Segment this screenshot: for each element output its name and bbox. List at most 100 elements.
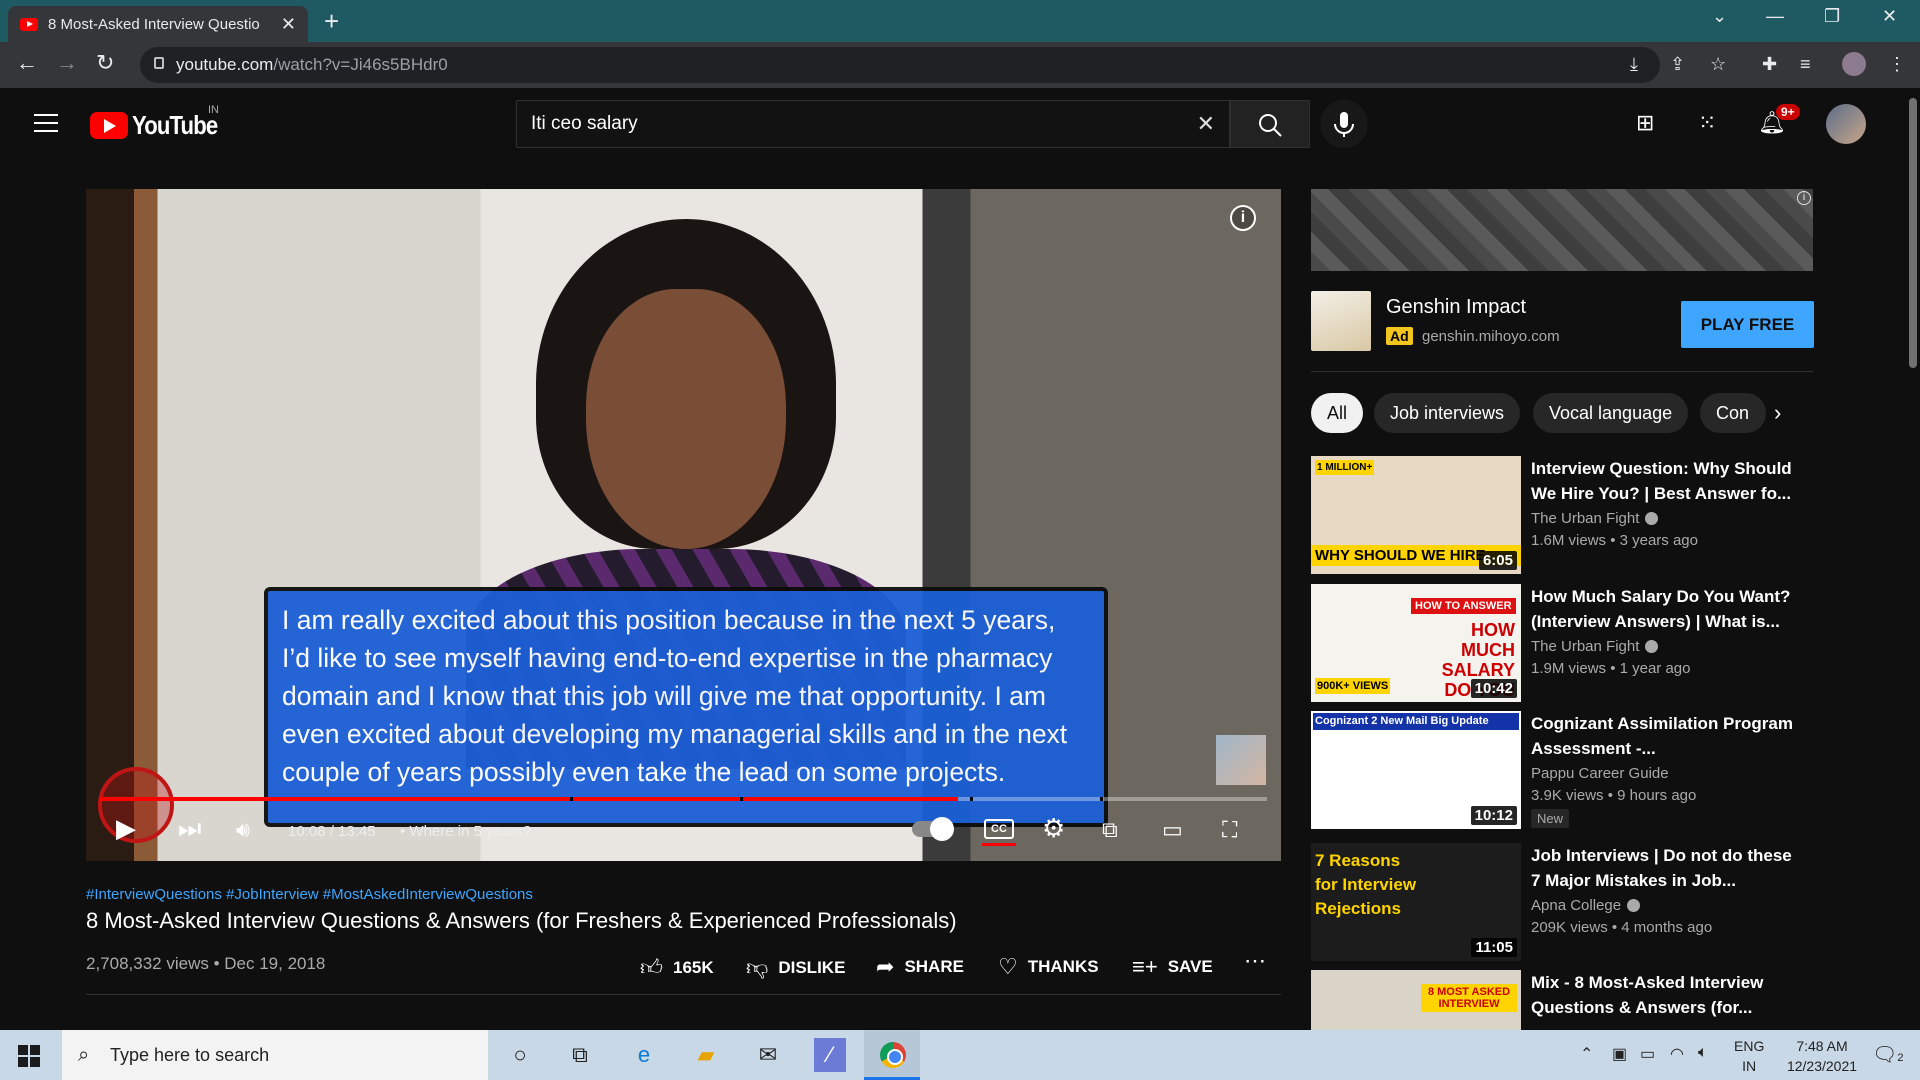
recommended-title[interactable]: Mix - 8 Most-Asked Interview Questions &… (1531, 970, 1801, 1020)
heart-dollar-icon: ♡ (998, 954, 1018, 979)
install-icon[interactable]: ⤓ (1630, 54, 1638, 75)
chevron-right-icon[interactable]: › (1774, 400, 1781, 426)
youtube-logo[interactable]: YouTube IN (90, 104, 232, 141)
video-thumbnail[interactable]: HOW TO ANSWER HOW MUCH SALARY DO YOU WAN… (1311, 584, 1521, 702)
url-bar[interactable]: youtube.com/watch?v=Ji46s5BHdr0 (140, 47, 1660, 83)
recommended-video[interactable]: HOW TO ANSWER HOW MUCH SALARY DO YOU WAN… (1311, 584, 1813, 704)
thumbs-up-icon: 👍︎ (640, 955, 663, 980)
task-view-icon[interactable]: ⧉ (560, 1038, 600, 1072)
voice-search-button[interactable] (1320, 100, 1368, 148)
restore-icon[interactable]: ❐ (1824, 6, 1840, 27)
recommended-video[interactable]: 1 MILLION+ WHY SHOULD WE HIRE 6:05 Inter… (1311, 456, 1813, 576)
channel-name[interactable]: The Urban Fight (1531, 638, 1659, 655)
page-scrollbar[interactable] (1905, 88, 1920, 1030)
channel-name[interactable]: Pappu Career Guide (1531, 765, 1669, 782)
ad-info-icon[interactable]: i (1797, 191, 1811, 205)
forward-icon[interactable]: → (56, 50, 78, 76)
hamburger-menu-icon[interactable] (34, 114, 58, 132)
channel-watermark[interactable] (1216, 735, 1266, 785)
video-hashtags[interactable]: #InterviewQuestions #JobInterview #MostA… (86, 886, 533, 903)
media-queue-icon[interactable]: ≡ (1800, 54, 1811, 75)
recommended-title[interactable]: Cognizant Assimilation Program Assessmen… (1531, 711, 1801, 761)
search-input[interactable]: Iti ceo salary ✕ (516, 100, 1230, 148)
cortana-icon[interactable]: ○ (500, 1038, 540, 1072)
volume-icon[interactable]: 🔈︎ (1698, 1044, 1708, 1062)
profile-avatar[interactable] (1842, 52, 1866, 76)
notification-center-icon[interactable]: 🗨︎2 (1872, 1042, 1904, 1067)
tab-search-icon[interactable]: ⌄ (1712, 6, 1727, 27)
thanks-button[interactable]: ♡ THANKS (998, 954, 1099, 980)
edge-icon[interactable]: e (624, 1038, 664, 1072)
share-page-icon[interactable]: ⇪ (1670, 54, 1685, 75)
video-thumbnail[interactable]: Cognizant 2 New Mail Big Update 10:12 (1311, 711, 1521, 829)
video-meta: 3.9K views • 9 hours ago (1531, 787, 1697, 804)
chevron-up-icon[interactable]: ⌃ (1580, 1044, 1593, 1064)
browser-tab[interactable]: 8 Most-Asked Interview Questio ✕ (8, 6, 308, 42)
chip-con[interactable]: Con (1700, 393, 1766, 433)
create-video-icon[interactable]: ⊞ (1636, 110, 1654, 136)
video-views-date: 2,708,332 views • Dec 19, 2018 (86, 954, 326, 973)
chip-vocal-language[interactable]: Vocal language (1533, 393, 1689, 433)
clear-search-icon[interactable]: ✕ (1197, 111, 1215, 137)
recommended-title[interactable]: How Much Salary Do You Want? (Interview … (1531, 584, 1801, 634)
volume-icon[interactable]: 🔊︎ (236, 817, 250, 843)
back-icon[interactable]: ← (16, 50, 38, 76)
bookmark-star-icon[interactable]: ☆ (1710, 54, 1726, 75)
recommended-title[interactable]: Interview Question: Why Should We Hire Y… (1531, 456, 1801, 506)
save-button[interactable]: ≡+ SAVE (1132, 954, 1213, 980)
scrollbar-thumb[interactable] (1909, 98, 1917, 368)
share-button[interactable]: ➦ SHARE (876, 954, 964, 980)
app-icon[interactable]: ⁄ (814, 1038, 846, 1072)
channel-name[interactable]: Apna College (1531, 897, 1641, 914)
device-icon[interactable]: ▣ (1612, 1044, 1627, 1064)
close-window-icon[interactable]: ✕ (1882, 6, 1897, 27)
play-icon[interactable]: ▶ (116, 813, 136, 844)
share-label: SHARE (904, 957, 964, 976)
video-thumbnail[interactable]: 8 MOST ASKED INTERVIEW (1311, 970, 1521, 1030)
extensions-icon[interactable]: ✚ (1762, 54, 1777, 75)
more-actions-icon[interactable]: ⋯ (1244, 948, 1266, 974)
close-tab-icon[interactable]: ✕ (281, 14, 296, 35)
ad-app-icon[interactable] (1311, 291, 1371, 351)
account-avatar[interactable] (1826, 104, 1866, 144)
like-button[interactable]: 👍︎ 165K (640, 954, 714, 981)
wifi-icon[interactable]: ◠ (1670, 1044, 1684, 1064)
video-thumbnail[interactable]: 7 Reasons for Interview Rejections 11:05 (1311, 843, 1521, 961)
recommended-title[interactable]: Job Interviews | Do not do these 7 Major… (1531, 843, 1801, 893)
language-indicator[interactable]: ENG IN (1734, 1036, 1764, 1076)
reload-icon[interactable]: ↻ (96, 50, 114, 76)
video-thumbnail[interactable]: 1 MILLION+ WHY SHOULD WE HIRE 6:05 (1311, 456, 1521, 574)
play-free-button[interactable]: PLAY FREE (1681, 301, 1814, 348)
system-clock[interactable]: 7:48 AM 12/23/2021 (1774, 1036, 1870, 1076)
video-player[interactable]: i I am really excited about this positio… (86, 189, 1281, 861)
apps-grid-icon[interactable]: ⁙ (1698, 110, 1716, 136)
recommended-mix[interactable]: 8 MOST ASKED INTERVIEW Mix - 8 Most-Aske… (1311, 970, 1813, 1030)
theater-mode-icon[interactable]: ▭ (1162, 817, 1183, 843)
chrome-menu-icon[interactable]: ⋮ (1888, 54, 1906, 75)
search-button[interactable] (1230, 100, 1310, 148)
mail-icon[interactable]: ✉ (748, 1038, 788, 1072)
autoplay-toggle[interactable] (912, 817, 954, 841)
video-info-icon[interactable]: i (1230, 205, 1256, 231)
file-explorer-icon[interactable]: ▰ (686, 1038, 726, 1072)
chip-all[interactable]: All (1311, 393, 1364, 433)
ad-banner-image[interactable]: i (1311, 189, 1813, 271)
recommended-video[interactable]: 7 Reasons for Interview Rejections 11:05… (1311, 843, 1813, 963)
recommended-video[interactable]: Cognizant 2 New Mail Big Update 10:12 Co… (1311, 711, 1813, 831)
ad-title[interactable]: Genshin Impact (1386, 296, 1526, 319)
channel-name[interactable]: The Urban Fight (1531, 510, 1659, 527)
new-tab-icon[interactable]: + (324, 6, 339, 37)
windows-start-icon[interactable] (18, 1045, 40, 1067)
next-video-icon[interactable]: ⏭ (178, 813, 201, 845)
battery-icon[interactable]: ▭ (1640, 1044, 1655, 1064)
miniplayer-icon[interactable]: ⧉ (1102, 817, 1118, 843)
taskbar-search-input[interactable]: ⌕ Type here to search (62, 1030, 488, 1080)
chapter-title[interactable]: • Where in 5 years? (400, 823, 531, 840)
subtitles-cc-button[interactable]: CC (984, 819, 1014, 839)
fullscreen-icon[interactable]: ⛶ (1222, 817, 1237, 843)
minimize-icon[interactable]: — (1766, 6, 1784, 27)
dislike-button[interactable]: 👎︎ DISLIKE (746, 954, 845, 981)
settings-gear-icon[interactable]: ⚙ (1042, 813, 1065, 844)
video-duration: 6:05 (1478, 551, 1517, 570)
chip-job-interviews[interactable]: Job interviews (1374, 393, 1521, 433)
